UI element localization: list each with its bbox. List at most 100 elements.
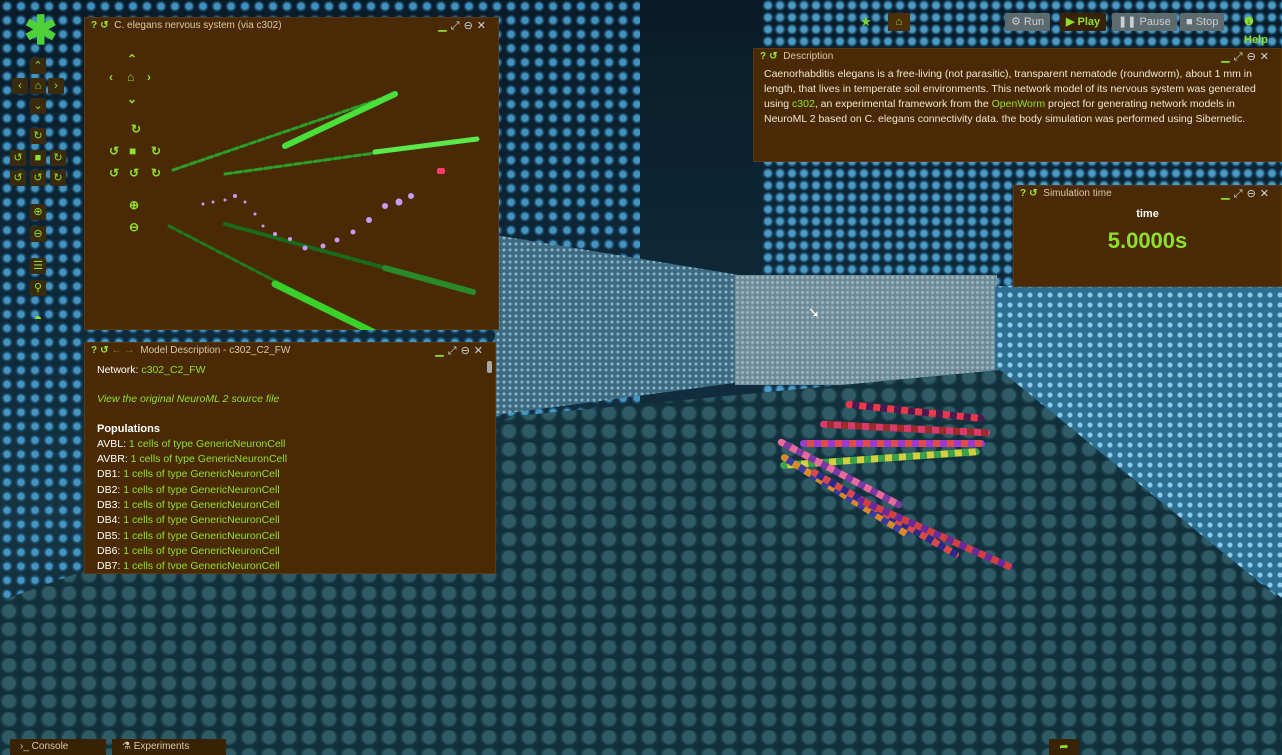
neuron-soma (302, 245, 308, 251)
maximize-icon[interactable]: ⤢ (451, 20, 464, 32)
rotate-up-icon[interactable]: ↻ (30, 128, 46, 144)
neuron-strand (271, 280, 377, 330)
help-icon[interactable]: ? (91, 20, 97, 31)
close-icon[interactable]: ✕ (1260, 51, 1273, 63)
neuron-soma (395, 198, 403, 206)
help-button[interactable]: ❶ Help (1238, 13, 1282, 46)
neuron-strand (171, 92, 397, 172)
network-panel-header[interactable]: ? ↺ C. elegans nervous system (via c302) … (85, 18, 498, 34)
network-name[interactable]: c302_C2_FW (141, 364, 205, 376)
mouse-cursor-icon: ➘ (808, 304, 820, 320)
share-button[interactable]: ➦ (1049, 739, 1079, 755)
run-button[interactable]: ⚙ Run (1005, 13, 1051, 31)
search-icon[interactable]: ⚲ (30, 280, 46, 296)
rotate-right-icon[interactable]: ↻ (50, 150, 66, 166)
minimize-icon[interactable]: ▁ (1221, 188, 1233, 200)
time-value: 5.0000s (1107, 228, 1188, 253)
model-description-panel-header[interactable]: ? ↺ ← → Model Description - c302_C2_FW ▁⤢⊖✕ (85, 343, 495, 359)
description-text: Caenorhabditis elegans is a free-living … (764, 68, 1256, 125)
collapse-icon[interactable]: ⊖ (461, 345, 474, 357)
neuron-soma (273, 232, 277, 236)
geppetto-logo[interactable]: ✱ (24, 11, 58, 51)
neuron-strand (372, 136, 480, 155)
camera-icon[interactable]: ■ (30, 150, 46, 166)
neuron-soma (253, 212, 257, 216)
back-icon[interactable]: ← (112, 345, 122, 356)
star-icon[interactable]: ★ (860, 14, 872, 30)
rotate-cw-icon[interactable]: ↻ (50, 170, 66, 186)
tank-left-wall (495, 235, 737, 415)
gears-icon: ⚙ (1011, 16, 1024, 28)
minimize-icon[interactable]: ▁ (435, 345, 447, 357)
panel-title: Model Description - c302_C2_FW (140, 345, 291, 356)
tank-back-wall (735, 275, 997, 385)
c302-link[interactable]: c302 (792, 98, 815, 110)
rotate-down-icon[interactable]: ↺ (30, 170, 46, 186)
minimize-icon[interactable]: ▁ (1221, 51, 1233, 63)
history-icon[interactable]: ↺ (1029, 188, 1037, 199)
panel-title: C. elegans nervous system (via c302) (114, 20, 282, 31)
pan-down-icon[interactable]: ⌄ (30, 98, 46, 114)
neuron-soma (366, 217, 372, 223)
info-icon: ❶ (1244, 16, 1254, 28)
forward-icon[interactable]: → (125, 345, 135, 356)
home-icon[interactable]: ⌂ (30, 78, 46, 94)
description-panel: ? ↺ Description ▁⤢⊖✕ Caenorhabditis elega… (753, 48, 1282, 162)
help-icon[interactable]: ? (1020, 188, 1026, 199)
maximize-icon[interactable]: ⤢ (1234, 51, 1247, 63)
neuron-soma (334, 237, 340, 243)
population-item: DB7: 1 cells of type GenericNeuronCell (97, 560, 280, 569)
collapse-icon[interactable]: ⊖ (464, 20, 477, 32)
neuron-soma (382, 203, 388, 209)
population-item: AVBR: 1 cells of type GenericNeuronCell (97, 453, 288, 466)
history-icon[interactable]: ↺ (769, 51, 777, 62)
neuron-soma (201, 202, 205, 206)
maximize-icon[interactable]: ⤢ (448, 345, 461, 357)
close-icon[interactable]: ✕ (1260, 188, 1273, 200)
pause-button[interactable]: ❚❚ Pause (1112, 13, 1177, 31)
population-item: DB5: 1 cells of type GenericNeuronCell (97, 529, 280, 542)
stop-button[interactable]: ■ Stop (1180, 13, 1225, 31)
rotate-ccw-icon[interactable]: ↺ (10, 170, 26, 186)
help-icon[interactable]: ? (760, 51, 766, 62)
pan-right-icon[interactable]: › (48, 78, 64, 94)
list-icon[interactable]: ☰ (30, 258, 46, 274)
close-icon[interactable]: ✕ (477, 20, 490, 32)
rotate-left-icon[interactable]: ↺ (10, 150, 26, 166)
population-item: DB4: 1 cells of type GenericNeuronCell (97, 514, 280, 527)
pan-left-icon[interactable]: ‹ (12, 78, 28, 94)
scrollbar-thumb[interactable] (487, 361, 492, 373)
openworm-link[interactable]: OpenWorm (992, 98, 1046, 110)
console-tab[interactable]: ›_ Console (10, 739, 106, 755)
git-icon[interactable]: ◓ (30, 310, 46, 326)
history-icon[interactable]: ↺ (100, 345, 108, 356)
stop-icon: ■ (1186, 16, 1196, 28)
home-button[interactable]: ⌂ (888, 13, 910, 31)
model-description-body: Network: c302_C2_FW View the original Ne… (85, 359, 495, 569)
neuron-soma (320, 243, 326, 249)
description-panel-header[interactable]: ? ↺ Description ▁⤢⊖✕ (754, 49, 1281, 65)
panel-window-controls: ▁⤢⊖✕ (1221, 186, 1273, 202)
pan-up-icon[interactable]: ⌃ (30, 58, 46, 74)
experiments-tab[interactable]: ⚗ Experiments (112, 739, 226, 755)
simulation-time-panel-header[interactable]: ? ↺ Simulation time ▁⤢⊖✕ (1014, 186, 1281, 202)
neuron-soma (350, 229, 356, 235)
collapse-icon[interactable]: ⊖ (1247, 188, 1260, 200)
zoom-in-icon[interactable]: ⊕ (30, 204, 46, 220)
network-panel: ? ↺ C. elegans nervous system (via c302) … (84, 17, 499, 330)
help-icon[interactable]: ? (91, 345, 97, 356)
close-icon[interactable]: ✕ (474, 345, 487, 357)
panel-title: Simulation time (1043, 188, 1112, 199)
source-file-link[interactable]: View the original NeuroML 2 source file (97, 392, 483, 407)
minimize-icon[interactable]: ▁ (438, 20, 450, 32)
zoom-out-icon[interactable]: ⊖ (30, 226, 46, 242)
pause-icon: ❚❚ (1118, 16, 1140, 28)
collapse-icon[interactable]: ⊖ (1247, 51, 1260, 63)
share-icon: ➦ (1059, 741, 1069, 753)
play-button[interactable]: ▶ Play (1060, 13, 1107, 31)
history-icon[interactable]: ↺ (100, 20, 108, 31)
simulation-time-panel: ? ↺ Simulation time ▁⤢⊖✕ time 5.0000s (1013, 185, 1282, 287)
network-3d-view[interactable] (85, 34, 500, 330)
maximize-icon[interactable]: ⤢ (1234, 188, 1247, 200)
time-label: time (1136, 208, 1159, 220)
